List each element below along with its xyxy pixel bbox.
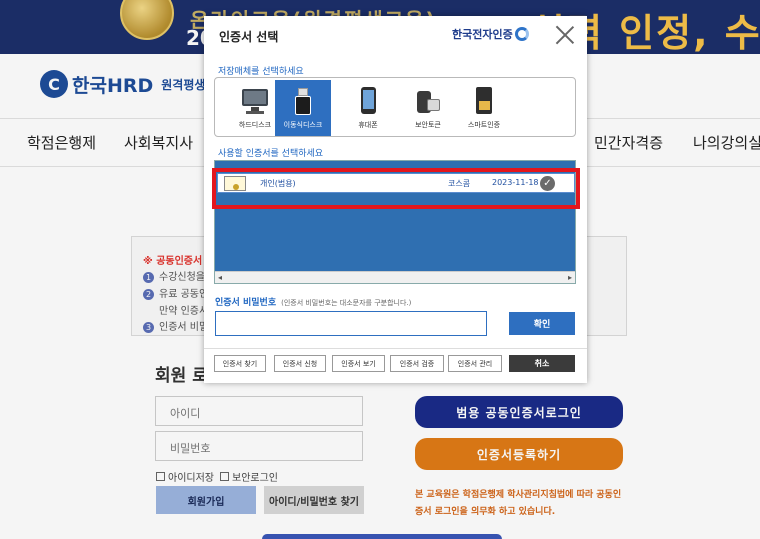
storage-item-label: 스마트인증 [467,121,501,129]
footer-divider [204,348,587,349]
brand-name: 한국전자인증 [452,28,513,41]
password-note: (인증서 비밀번호는 대소문자를 구분합니다.) [281,299,412,307]
selection-highlight [212,168,580,209]
storage-selector: 하드디스크 이동식디스크 휴대폰 보안토큰 스마트인증 [214,77,576,137]
confirm-button[interactable]: 확인 [509,312,575,335]
storage-item-label: 하드디스크 [238,121,272,129]
view-cert-button[interactable]: 인증서 보기 [332,355,385,372]
smart-cert-icon [469,87,499,115]
mobile-phone-icon [353,87,383,115]
password-label: 인증서 비밀번호 (인증서 비밀번호는 대소문자를 구분합니다.) [215,298,412,308]
storage-section-label: 저장매체를 선택하세요 [218,67,304,77]
cert-list-header [215,161,575,168]
scroll-left-icon[interactable]: ◂ [215,272,225,283]
find-cert-button[interactable]: 인증서 찾기 [214,355,266,372]
hard-disk-icon [240,87,270,115]
manage-cert-button[interactable]: 인증서 관리 [448,355,502,372]
apply-cert-button[interactable]: 인증서 신청 [274,355,326,372]
close-icon[interactable] [555,25,575,45]
cancel-button[interactable]: 취소 [509,355,575,372]
storage-item-usb[interactable]: 이동식디스크 [275,80,331,136]
brand-logo: 한국전자인증 [452,26,529,42]
usb-drive-icon [288,87,318,115]
verify-cert-button[interactable]: 인증서 검증 [390,355,444,372]
storage-item-token[interactable]: 보안토큰 [400,80,456,136]
horizontal-scrollbar[interactable]: ◂ ▸ [215,271,575,283]
scroll-right-icon[interactable]: ▸ [565,272,575,283]
storage-item-label: 이동식디스크 [283,121,323,129]
brand-swirl-icon [514,27,529,41]
cert-section-label: 사용할 인증서를 선택하세요 [218,149,324,159]
cert-password-input[interactable] [215,311,487,336]
storage-item-label: 휴대폰 [358,121,378,129]
storage-item-smart[interactable]: 스마트인증 [456,80,512,136]
security-token-icon [413,87,443,115]
dialog-title: 인증서 선택 [219,30,279,44]
storage-item-label: 보안토큰 [415,121,441,129]
storage-item-phone[interactable]: 휴대폰 [340,80,396,136]
